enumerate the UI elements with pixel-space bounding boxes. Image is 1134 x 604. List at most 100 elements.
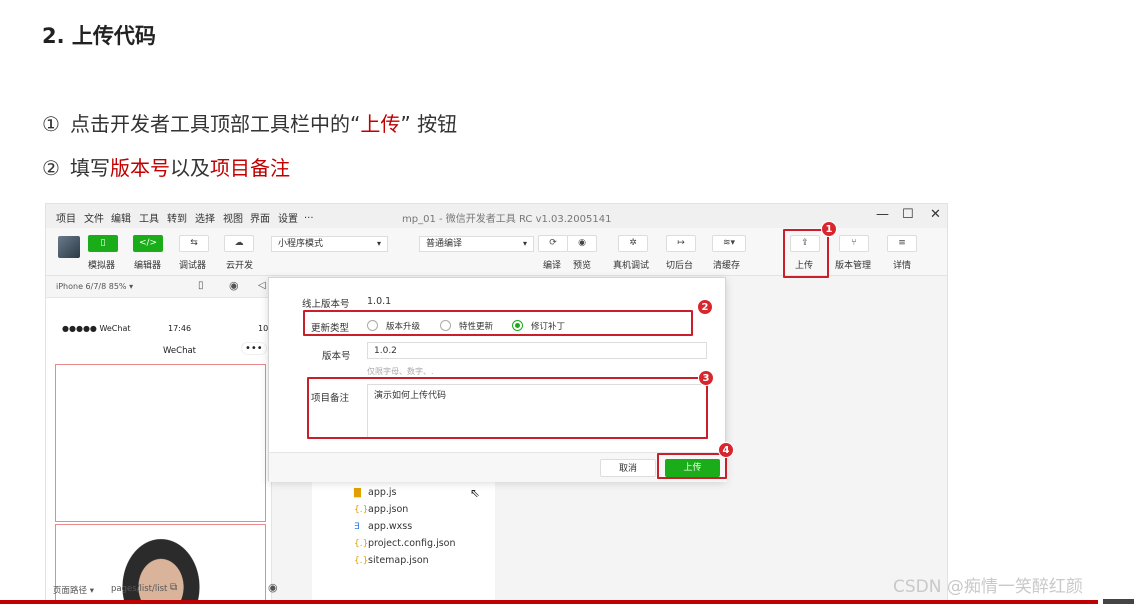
page-block — [55, 364, 266, 522]
step-badge-2: 2 — [697, 299, 713, 315]
compile-button[interactable]: ⟳ — [538, 235, 568, 252]
sound-icon[interactable]: ◁ — [258, 280, 266, 291]
debugger-label: 调试器 — [179, 261, 207, 271]
bottom-accent-bar — [0, 600, 1098, 604]
file-name: app.wxss — [368, 521, 413, 532]
version-hint: 仅限字母、数字、. — [367, 367, 434, 376]
version-input-value: 1.0.2 — [374, 346, 397, 356]
phone-icon[interactable]: ▯ — [198, 280, 204, 291]
clear-cache-button[interactable]: ≋▾ — [712, 235, 746, 252]
copy-icon[interactable]: ⧉ — [170, 582, 177, 593]
compile-select-value: 普通编译 — [426, 239, 463, 249]
avatar[interactable] — [58, 236, 80, 258]
step-2-number: ② — [42, 156, 60, 180]
capsule-menu[interactable]: ••• — [241, 342, 267, 355]
file-item[interactable]: ▇ app.js — [354, 487, 397, 498]
cancel-button[interactable]: 取消 — [600, 459, 656, 477]
page-path: pages/list/list — [111, 584, 168, 594]
details-button[interactable]: ≡ — [887, 235, 917, 252]
menu-bar: 项目 文件 编辑 工具 转到 选择 视图 界面 设置 ... mp_01 - 微… — [46, 204, 947, 228]
highlight-dialog-upload-frame — [657, 453, 727, 479]
real-debug-label: 真机调试 — [613, 261, 650, 271]
menu-tools[interactable]: 工具 — [139, 210, 159, 225]
menu-settings[interactable]: 设置 — [278, 210, 298, 225]
switch-icon: ↦ — [677, 238, 685, 248]
minimize-icon[interactable]: — — [876, 207, 889, 222]
menu-edit[interactable]: 编辑 — [111, 210, 131, 225]
bottom-dark-block — [1103, 599, 1134, 604]
real-debug-button[interactable]: ✲ — [618, 235, 648, 252]
file-name: project.config.json — [368, 538, 456, 549]
file-item[interactable]: {.}app.json — [354, 504, 408, 515]
cloud-button[interactable]: ☁ — [224, 235, 254, 252]
phone-icon: ▯ — [100, 238, 106, 248]
menu-select[interactable]: 选择 — [195, 210, 215, 225]
editor-button[interactable]: </> — [133, 235, 163, 252]
debug-icon: ⇆ — [190, 238, 198, 248]
file-name: sitemap.json — [368, 555, 429, 566]
version-management-label: 版本管理 — [835, 261, 872, 271]
online-version-label: 线上版本号 — [302, 299, 350, 310]
step-1-number: ① — [42, 112, 60, 136]
phone-signal: ●●●●● WeChat — [62, 324, 131, 333]
file-item[interactable]: ∃ app.wxss — [354, 521, 412, 532]
menu-view[interactable]: 视图 — [223, 210, 243, 225]
watermark: CSDN @痴情一笑醉红颜 — [893, 577, 1083, 597]
step-1-highlight: 上传 — [360, 112, 401, 136]
eye-icon: ◉ — [578, 238, 586, 248]
version-label: 版本号 — [322, 351, 351, 362]
slide-heading: 2. 上传代码 — [42, 24, 156, 48]
menu-icon: ≡ — [898, 238, 906, 248]
simulator-panel: iPhone 6/7/8 85% ▾ ▯ ◉ ◁ ●●●●● WeChat 17… — [46, 276, 272, 603]
device-select[interactable]: iPhone 6/7/8 85% ▾ — [56, 282, 133, 291]
file-item[interactable]: {.}sitemap.json — [354, 555, 429, 566]
version-management-button[interactable]: ⑂ — [839, 235, 869, 252]
bug-icon: ✲ — [629, 238, 637, 248]
compile-select[interactable]: 普通编译 ▾ — [419, 236, 534, 252]
step-badge-4: 4 — [718, 442, 734, 458]
step-1: ① 点击开发者工具顶部工具栏中的“上传” 按钮 — [42, 108, 457, 137]
preview-label: 预览 — [573, 261, 592, 271]
menu-goto[interactable]: 转到 — [167, 210, 187, 225]
step-2-text: 填写 — [70, 156, 110, 180]
chevron-down-icon: ▾ — [522, 239, 527, 248]
step-1-text: 点击开发者工具顶部工具栏中的“ — [70, 112, 361, 136]
file-name: app.js — [368, 487, 397, 498]
menu-project[interactable]: 项目 — [56, 210, 76, 225]
chevron-down-icon: ▾ — [376, 239, 381, 248]
page-path-select[interactable]: 页面路径 ▾ — [53, 584, 94, 596]
background-button[interactable]: ↦ — [666, 235, 696, 252]
preview-button[interactable]: ◉ — [567, 235, 597, 252]
editor-label: 编辑器 — [134, 261, 162, 271]
branch-icon: ⑂ — [851, 238, 857, 248]
menu-more[interactable]: ... — [304, 210, 314, 221]
eye-icon[interactable]: ◉ — [268, 581, 278, 594]
version-input[interactable]: 1.0.2 — [367, 342, 707, 359]
online-version-value: 1.0.1 — [367, 296, 392, 307]
refresh-icon: ⟳ — [549, 238, 557, 248]
window-title: mp_01 - 微信开发者工具 RC v1.03.2005141 — [402, 214, 612, 225]
close-icon[interactable]: ✕ — [930, 207, 941, 222]
file-item[interactable]: {.}project.config.json — [354, 538, 456, 549]
step-2-highlight-version: 版本号 — [110, 156, 170, 180]
step-2-highlight-note: 项目备注 — [210, 156, 290, 180]
menu-file[interactable]: 文件 — [84, 210, 104, 225]
menu-interface[interactable]: 界面 — [250, 210, 270, 225]
cloud-icon: ☁ — [234, 238, 244, 248]
cloud-label: 云开发 — [226, 261, 254, 271]
json-file-icon: {.} — [354, 505, 369, 515]
nav-title: WeChat — [163, 346, 196, 356]
debugger-button[interactable]: ⇆ — [179, 235, 209, 252]
record-icon[interactable]: ◉ — [229, 279, 239, 292]
simulator-button[interactable]: ▯ — [88, 235, 118, 252]
json-file-icon: {.} — [354, 556, 369, 566]
step-badge-3: 3 — [698, 370, 714, 386]
maximize-icon[interactable]: ☐ — [902, 207, 914, 222]
highlight-note-frame — [307, 377, 708, 439]
step-2: ② 填写版本号以及项目备注 — [42, 152, 290, 181]
mode-select[interactable]: 小程序模式 ▾ — [271, 236, 388, 252]
highlight-update-type-frame — [303, 310, 693, 336]
code-icon: </> — [138, 238, 158, 248]
js-file-icon: ▇ — [354, 488, 361, 498]
phone-time: 17:46 — [168, 324, 192, 333]
